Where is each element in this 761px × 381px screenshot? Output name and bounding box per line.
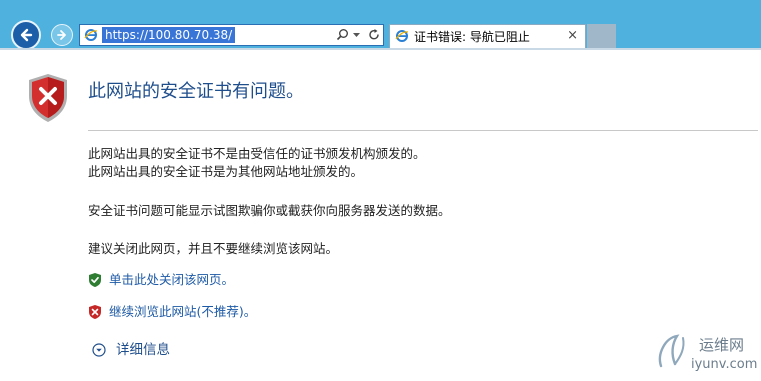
shield-check-icon (89, 273, 101, 287)
forward-button[interactable] (51, 24, 73, 46)
close-icon[interactable]: × (567, 28, 578, 44)
divider (88, 130, 758, 131)
tab-title: 证书错误: 导航已阻止 (414, 30, 530, 44)
back-button[interactable] (11, 20, 41, 50)
close-page-link-row[interactable]: 单击此处关闭该网页。 (88, 271, 234, 289)
chevron-down-icon[interactable] (352, 28, 361, 42)
browser-toolbar: https://100.80.70.38/ 证书错误: 导航已阻止 × (0, 0, 761, 50)
warning-line-risk: 安全证书问题可能显示试图欺骗你或截获你向服务器发送的数据。 (88, 203, 451, 218)
browser-window: https://100.80.70.38/ 证书错误: 导航已阻止 × 此网站的… (0, 0, 761, 381)
ie-icon (395, 30, 409, 42)
warning-line-untrusted: 此网站出具的安全证书不是由受信任的证书颁发机构颁发的。 (88, 146, 426, 161)
warning-line-mismatch: 此网站出具的安全证书是为其他网站地址颁发的。 (88, 164, 364, 179)
refresh-icon[interactable] (368, 28, 380, 42)
details-toggle[interactable]: 详细信息 (92, 340, 170, 360)
ie-icon (84, 29, 98, 41)
watermark-text-cn: 运维网 (699, 336, 745, 354)
warning-line-recommendation: 建议关闭此网页，并且不要继续浏览该网站。 (88, 241, 339, 256)
search-icon[interactable] (336, 28, 349, 42)
continue-link[interactable]: 继续浏览此网站(不推荐)。 (109, 303, 256, 321)
tab-certificate-error[interactable]: 证书错误: 导航已阻止 × (389, 24, 586, 48)
chevron-down-icon (92, 343, 106, 357)
details-label[interactable]: 详细信息 (116, 341, 170, 359)
continue-link-row[interactable]: 继续浏览此网站(不推荐)。 (88, 303, 256, 321)
arrow-right-icon (57, 30, 66, 40)
certificate-error-page: 此网站的安全证书有问题。 此网站出具的安全证书不是由受信任的证书颁发机构颁发的。… (8, 50, 761, 381)
watermark-logo-icon (658, 334, 685, 368)
watermark: 运维网 iyunv.com (655, 330, 761, 381)
page-title: 此网站的安全证书有问题。 (88, 81, 304, 102)
address-bar[interactable]: https://100.80.70.38/ (79, 24, 384, 46)
shield-error-icon (89, 305, 101, 319)
url-text[interactable]: https://100.80.70.38/ (102, 27, 236, 43)
watermark-text-en: iyunv.com (691, 357, 758, 372)
new-tab-button[interactable] (587, 24, 616, 48)
shield-error-icon (29, 74, 67, 122)
close-page-link[interactable]: 单击此处关闭该网页。 (109, 271, 234, 289)
arrow-left-icon (20, 28, 33, 42)
